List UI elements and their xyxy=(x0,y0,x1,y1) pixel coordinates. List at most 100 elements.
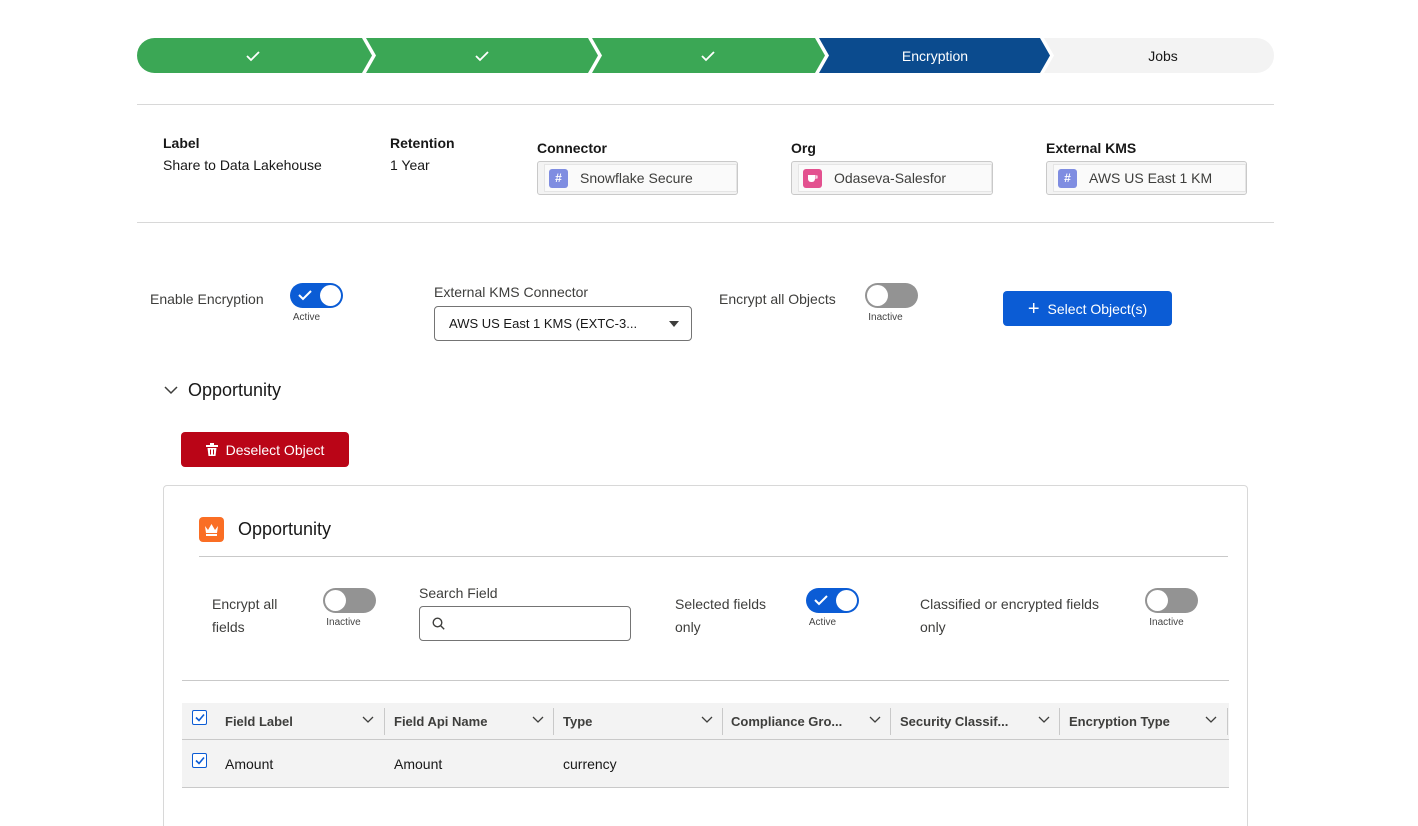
divider xyxy=(137,222,1274,223)
connector-field-title: Connector xyxy=(537,140,607,156)
progress-path: Encryption Jobs xyxy=(137,38,1274,73)
checkmark-icon xyxy=(701,50,715,61)
checkmark-icon xyxy=(195,756,205,765)
encrypt-all-objects-toggle[interactable] xyxy=(865,283,918,308)
divider xyxy=(137,104,1274,105)
column-header-label: Encryption Type xyxy=(1069,714,1170,729)
table-header: Field Label Field Api Name Type Complian… xyxy=(182,703,1229,740)
label-field-value: Share to Data Lakehouse xyxy=(163,157,322,173)
classified-only-line1: Classified or encrypted fields xyxy=(920,596,1099,612)
cell-type: currency xyxy=(563,756,617,772)
toggle-knob xyxy=(1147,590,1168,611)
checkmark-icon xyxy=(246,50,260,61)
classified-only-toggle[interactable] xyxy=(1145,588,1198,613)
kms-connector-label: External KMS Connector xyxy=(434,284,589,300)
column-divider xyxy=(1227,708,1228,735)
path-step-1[interactable] xyxy=(137,38,369,73)
path-step-2[interactable] xyxy=(369,38,595,73)
org-pill[interactable]: Odaseva-Salesfor xyxy=(791,161,993,195)
trash-icon xyxy=(205,443,218,456)
connector-pill-label: Snowflake Secure xyxy=(580,170,693,186)
path-step-label: Encryption xyxy=(901,47,969,64)
encrypt-all-fields-label: Encrypt all fields xyxy=(212,593,277,639)
deselect-object-button[interactable]: Deselect Object xyxy=(181,432,349,467)
external-kms-field-title: External KMS xyxy=(1046,140,1137,156)
divider xyxy=(182,680,1229,681)
path-step-3[interactable] xyxy=(595,38,821,73)
column-header-label: Field Api Name xyxy=(394,714,488,729)
external-kms-pill-label: AWS US East 1 KM xyxy=(1089,170,1213,186)
org-pill-label: Odaseva-Salesfor xyxy=(834,170,947,186)
selected-fields-only-line1: Selected fields xyxy=(675,596,767,612)
select-all-checkbox[interactable] xyxy=(192,710,207,725)
connector-pill[interactable]: # Snowflake Secure xyxy=(537,161,738,195)
caret-down-icon xyxy=(669,321,679,327)
row-checkbox[interactable] xyxy=(192,753,207,768)
column-header-label: Type xyxy=(563,714,593,729)
encrypt-all-objects-state: Inactive xyxy=(868,312,903,323)
path-step-jobs[interactable]: Jobs xyxy=(1052,38,1274,73)
encrypt-all-fields-line2: fields xyxy=(212,619,245,635)
column-header-label: Security Classif... xyxy=(900,714,1009,729)
enable-encryption-label: Enable Encryption xyxy=(150,291,264,307)
column-divider xyxy=(890,708,891,735)
column-header-security-classification[interactable]: Security Classif... xyxy=(900,703,1060,740)
column-header-compliance-group[interactable]: Compliance Gro... xyxy=(731,703,891,740)
column-divider xyxy=(1059,708,1060,735)
search-icon xyxy=(432,617,445,630)
column-header-field-api-name[interactable]: Field Api Name xyxy=(394,703,554,740)
chevron-down-icon[interactable] xyxy=(532,716,544,724)
toggle-knob xyxy=(320,285,341,306)
toggle-knob xyxy=(867,285,888,306)
checkmark-icon xyxy=(475,50,489,61)
label-field-title: Label xyxy=(163,135,200,151)
column-divider xyxy=(384,708,385,735)
crown-icon xyxy=(199,517,224,542)
encrypt-all-fields-state: Inactive xyxy=(326,617,361,628)
enable-encryption-state: Active xyxy=(292,312,321,323)
deselect-object-label: Deselect Object xyxy=(225,441,325,458)
plus-icon: + xyxy=(1027,297,1040,320)
path-step-label: Jobs xyxy=(1148,47,1178,64)
chevron-down-icon[interactable] xyxy=(362,716,374,724)
selected-fields-only-state: Active xyxy=(808,617,837,628)
chevron-down-icon[interactable] xyxy=(701,716,713,724)
select-objects-button[interactable]: + Select Object(s) xyxy=(1003,291,1172,326)
selected-fields-only-line2: only xyxy=(675,619,701,635)
search-field-input[interactable] xyxy=(454,612,624,636)
search-field-label: Search Field xyxy=(419,585,498,601)
column-header-encryption-type[interactable]: Encryption Type xyxy=(1069,703,1227,740)
card-title: Opportunity xyxy=(238,519,332,539)
chevron-down-icon[interactable] xyxy=(869,716,881,724)
card-header: Opportunity xyxy=(199,517,331,542)
cell-field-api-name: Amount xyxy=(394,756,443,772)
column-divider xyxy=(722,708,723,735)
column-header-type[interactable]: Type xyxy=(563,703,723,740)
classified-only-line2: only xyxy=(920,619,946,635)
selected-fields-only-toggle[interactable] xyxy=(806,588,859,613)
retention-field-value: 1 Year xyxy=(390,157,430,173)
column-header-field-label[interactable]: Field Label xyxy=(225,703,384,740)
hash-icon: # xyxy=(1058,168,1077,188)
kms-connector-select[interactable]: AWS US East 1 KMS (EXTC-3... xyxy=(434,306,692,341)
opportunity-section-toggle[interactable]: Opportunity xyxy=(164,380,281,401)
section-title: Opportunity xyxy=(188,380,282,400)
chevron-down-icon[interactable] xyxy=(1205,716,1217,724)
table-row[interactable]: Amount Amount currency xyxy=(182,740,1229,788)
divider xyxy=(199,556,1228,557)
org-field-title: Org xyxy=(791,140,816,156)
chevron-down-icon[interactable] xyxy=(1038,716,1050,724)
select-objects-button-label: Select Object(s) xyxy=(1047,300,1148,317)
search-field-box[interactable] xyxy=(419,606,631,641)
toggle-knob xyxy=(325,590,346,611)
cell-field-label: Amount xyxy=(225,756,274,772)
toggle-knob xyxy=(836,590,857,611)
external-kms-pill[interactable]: # AWS US East 1 KM xyxy=(1046,161,1247,195)
enable-encryption-toggle[interactable] xyxy=(290,283,343,308)
encrypt-all-fields-toggle[interactable] xyxy=(323,588,376,613)
encrypt-all-fields-line1: Encrypt all xyxy=(212,596,278,612)
checkmark-icon xyxy=(298,290,312,301)
selected-fields-only-label: Selected fields only xyxy=(675,593,766,639)
path-step-encryption[interactable]: Encryption xyxy=(825,38,1045,73)
checkmark-icon xyxy=(195,713,205,722)
